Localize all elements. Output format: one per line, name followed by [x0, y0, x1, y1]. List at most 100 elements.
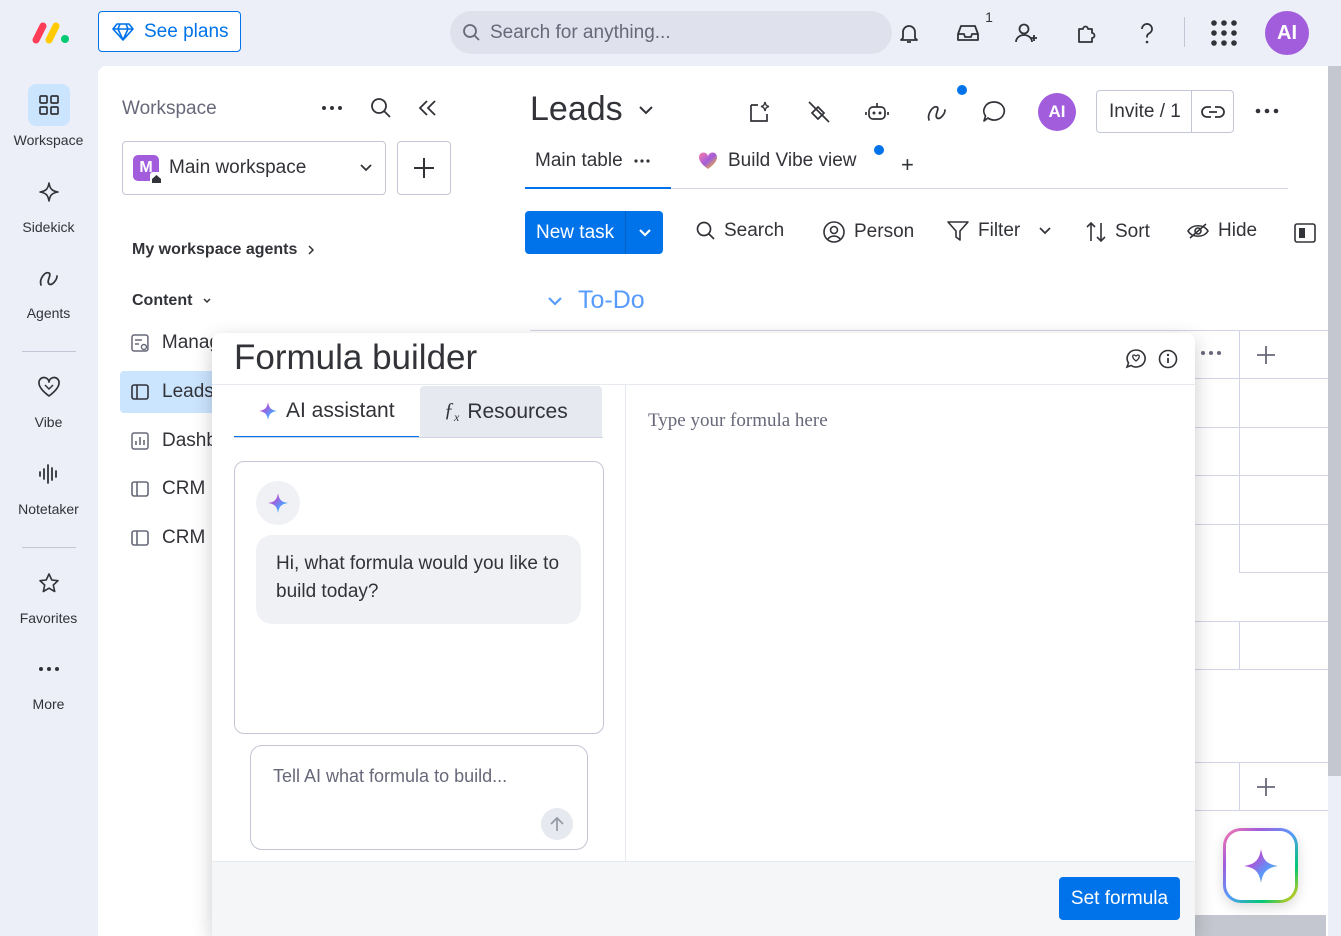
group-title-text: To-Do — [578, 286, 645, 314]
automations-robot-icon[interactable] — [864, 99, 890, 125]
tab-ai-assistant-label: AI assistant — [286, 399, 395, 422]
tab-resources[interactable]: ƒx Resources — [420, 386, 602, 438]
vertical-scrollbar[interactable] — [1328, 66, 1341, 776]
workspace-item-crm[interactable]: CRM — [120, 468, 220, 510]
info-icon[interactable] — [1158, 349, 1178, 369]
collapse-panel-icon[interactable] — [418, 99, 438, 117]
rail-notetaker-label: Notetaker — [18, 501, 79, 517]
agents-icon[interactable] — [924, 99, 950, 125]
chevron-down-icon[interactable] — [1038, 226, 1052, 236]
board-icon — [131, 384, 149, 400]
rail-more[interactable]: More — [0, 648, 97, 712]
global-search-input[interactable]: Search for anything... — [450, 11, 892, 54]
invite-button[interactable]: Invite / 1 — [1096, 90, 1234, 133]
rail-vibe[interactable]: Vibe — [0, 366, 97, 430]
rail-sidekick-label: Sidekick — [22, 219, 75, 235]
person-filter-button[interactable]: Person — [822, 220, 914, 244]
see-plans-button[interactable]: See plans — [98, 11, 241, 52]
tab-build-vibe-view[interactable]: Build Vibe view — [698, 150, 857, 172]
modal-column-divider — [625, 385, 626, 861]
group-to-do[interactable]: To-Do — [546, 286, 645, 315]
rail-divider — [22, 547, 76, 548]
updates-chat-icon[interactable] — [981, 99, 1007, 125]
formula-placeholder: Type your formula here — [648, 410, 828, 431]
rail-agents[interactable]: Agents — [0, 257, 97, 321]
workspace-item-crm-2[interactable]: CRM — [120, 517, 220, 559]
workspace-agents-label: My workspace agents — [132, 241, 298, 258]
grid-icon — [27, 84, 70, 126]
invite-user-icon[interactable] — [1010, 16, 1044, 50]
person-label: Person — [854, 221, 915, 242]
hide-button[interactable]: Hide — [1186, 220, 1257, 242]
board-icon — [131, 530, 149, 546]
set-formula-button[interactable]: Set formula — [1059, 877, 1180, 920]
new-task-button[interactable]: New task — [525, 211, 663, 254]
more-dots-icon — [28, 648, 70, 690]
ai-prompt-input[interactable]: Tell AI what formula to build... — [250, 745, 588, 850]
apps-puzzle-icon[interactable] — [1070, 16, 1104, 50]
ai-greeting-message: Hi, what formula would you like to build… — [256, 535, 581, 624]
ai-sparkle-icon — [1243, 848, 1278, 883]
agents-icon — [28, 257, 70, 299]
workspace-more-icon[interactable] — [320, 100, 344, 116]
send-prompt-button[interactable] — [541, 808, 573, 840]
workspace-agents-link[interactable]: My workspace agents — [132, 241, 315, 259]
app-grid-icon[interactable] — [1207, 16, 1241, 50]
rail-workspace[interactable]: Workspace — [0, 84, 97, 148]
workspace-item-leads[interactable]: Leads — [120, 371, 220, 413]
new-task-dropdown[interactable] — [626, 228, 663, 238]
rail-favorites[interactable]: Favorites — [0, 562, 97, 626]
workspace-selector[interactable]: M Main workspace — [122, 141, 386, 195]
hide-label: Hide — [1218, 220, 1258, 241]
chevron-down-icon — [638, 105, 653, 114]
help-icon[interactable] — [1130, 16, 1164, 50]
copy-link-icon[interactable] — [1192, 105, 1233, 119]
vibe-heart-icon — [698, 152, 718, 169]
add-column-icon[interactable] — [1256, 777, 1276, 797]
layout-toggle-icon[interactable] — [1294, 222, 1316, 244]
chart-icon — [131, 432, 149, 450]
active-tab-underline — [525, 187, 671, 189]
bell-icon[interactable] — [892, 16, 926, 50]
tab-more-icon[interactable] — [633, 157, 651, 165]
horizontal-scrollbar[interactable] — [1195, 915, 1326, 936]
arrow-up-icon — [550, 816, 564, 831]
column-more-icon[interactable] — [1200, 349, 1222, 357]
board-title[interactable]: Leads — [530, 90, 655, 129]
board-more-icon[interactable] — [1254, 103, 1280, 119]
add-column-icon[interactable] — [1256, 345, 1276, 365]
waveform-icon — [28, 453, 70, 495]
rail-sidekick[interactable]: Sidekick — [0, 171, 97, 235]
monday-logo[interactable] — [32, 18, 72, 46]
dashboard-settings-icon — [131, 334, 149, 352]
rail-more-label: More — [32, 696, 65, 712]
formula-editor[interactable]: Type your formula here — [648, 410, 828, 432]
rail-workspace-label: Workspace — [13, 132, 84, 148]
chevron-down-icon — [360, 164, 372, 172]
filter-button[interactable]: Filter — [946, 220, 1052, 242]
add-item-button[interactable] — [397, 141, 451, 195]
sort-button[interactable]: Sort — [1085, 220, 1150, 244]
filter-icon — [947, 221, 969, 241]
feedback-icon[interactable] — [1125, 348, 1147, 370]
integrations-off-icon[interactable] — [806, 99, 832, 125]
workspace-search-icon[interactable] — [370, 97, 392, 119]
add-view-button[interactable]: + — [901, 152, 914, 178]
content-label: Content — [132, 292, 193, 309]
sidekick-fab-button[interactable] — [1223, 828, 1298, 903]
board-search-button[interactable]: Search — [696, 220, 784, 242]
table-row-line — [1195, 762, 1328, 763]
content-section-toggle[interactable]: Content — [132, 292, 212, 310]
workspace-item-dashboard[interactable]: Dashb — [120, 420, 220, 462]
user-avatar[interactable]: AI — [1265, 11, 1309, 55]
rail-agents-label: Agents — [26, 305, 71, 321]
workspace-item-manage[interactable]: Manag — [120, 322, 220, 364]
function-icon: ƒx — [444, 399, 460, 424]
board-member-avatar[interactable]: AI — [1038, 93, 1076, 131]
tab-main-table[interactable]: Main table — [535, 150, 651, 172]
tab-ai-assistant[interactable]: AI assistant — [234, 386, 419, 438]
sidekick-board-icon[interactable] — [748, 99, 774, 125]
rail-notetaker[interactable]: Notetaker — [0, 453, 97, 517]
workspace-item-label: Dashb — [162, 430, 217, 451]
modal-footer — [212, 861, 1195, 936]
